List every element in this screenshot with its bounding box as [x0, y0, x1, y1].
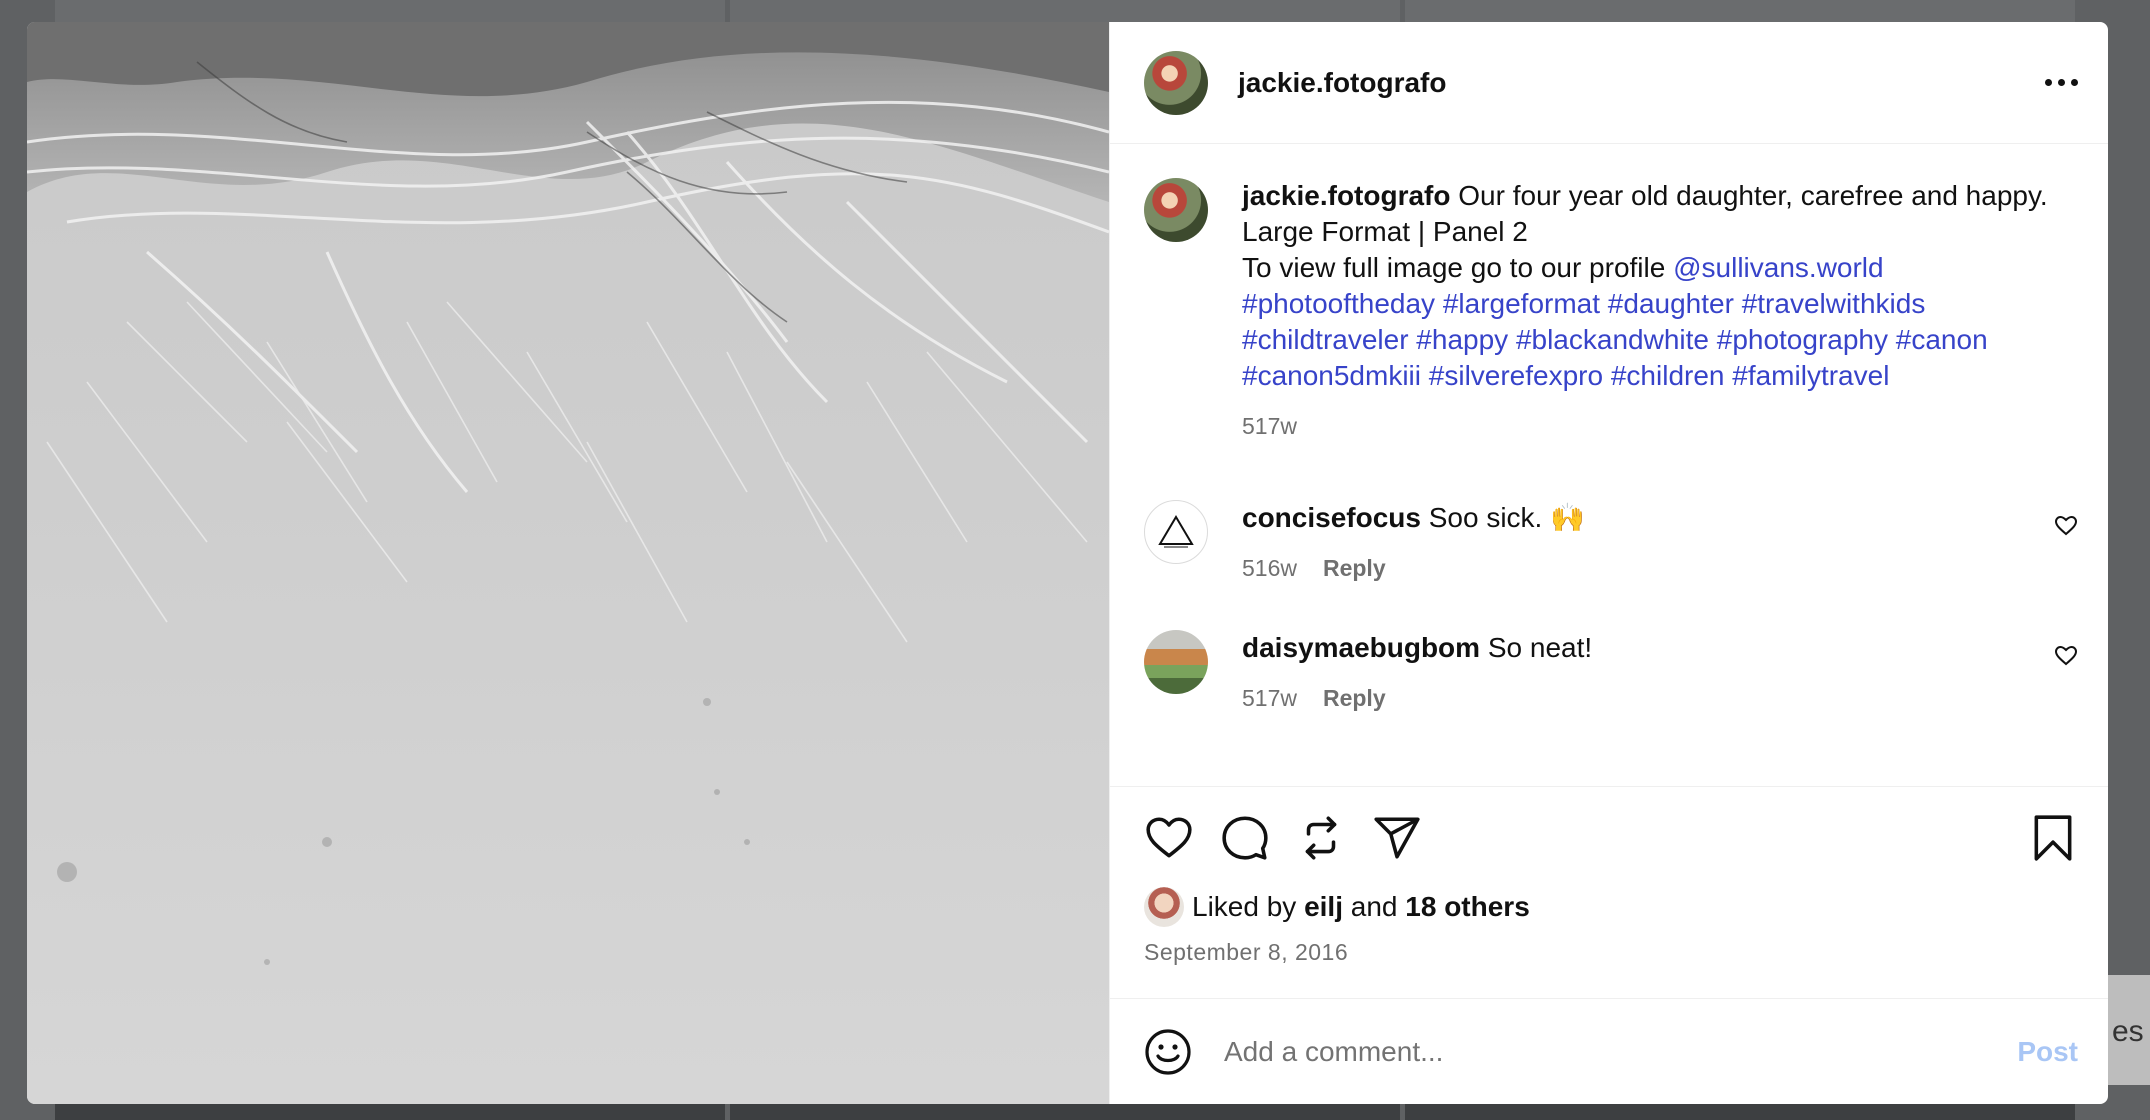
author-avatar[interactable]	[1144, 50, 1208, 115]
share-icon[interactable]	[1372, 813, 1422, 863]
backdrop-post-tile	[55, 1104, 725, 1120]
caption-format-line: Large Format | Panel 2	[1242, 216, 1528, 247]
caption-age: 517w	[1242, 413, 1297, 439]
bookmark-icon[interactable]	[2028, 813, 2078, 863]
comment-item: daisymaebugbom So neat! 517w Reply	[1144, 630, 2082, 716]
comments-section: jackie.fotografo Our four year old daugh…	[1110, 144, 2108, 786]
likes-summary: Liked by eilj and 18 others	[1144, 887, 2078, 927]
author-username[interactable]: jackie.fotografo	[1238, 67, 1446, 99]
smile-icon[interactable]	[1144, 1028, 1192, 1076]
reply-button[interactable]: Reply	[1323, 550, 1386, 586]
mention-link[interactable]: @sullivans.world	[1673, 252, 1884, 283]
comment-username[interactable]: daisymaebugbom	[1242, 632, 1480, 663]
backdrop-post-tile	[1405, 0, 2075, 22]
more-options-icon[interactable]	[2045, 69, 2078, 96]
likes-prefix: Liked by	[1192, 891, 1297, 922]
backdrop-post-tile	[55, 0, 725, 22]
backdrop-peek-text: es	[2112, 1015, 2144, 1048]
backdrop-post-tile	[730, 0, 1400, 22]
backdrop-post-tile	[730, 1104, 1400, 1120]
comment-icon[interactable]	[1220, 813, 1270, 863]
post-sidebar: jackie.fotografo jackie.fotografo Our fo…	[1109, 22, 2108, 1104]
like-comment-heart-icon[interactable]	[2054, 644, 2078, 668]
post-modal: jackie.fotografo jackie.fotografo Our fo…	[27, 22, 2108, 1104]
action-bar	[1144, 813, 2078, 863]
reply-button[interactable]: Reply	[1323, 680, 1386, 716]
commenter-avatar[interactable]	[1144, 630, 1208, 694]
hashtags-line[interactable]: #photooftheday #largeformat #daughter #t…	[1242, 286, 2082, 322]
liker-avatar[interactable]	[1144, 887, 1184, 927]
hashtags-line[interactable]: #canon5dmkiii #silverefexpro #children #…	[1242, 358, 2082, 394]
hashtags-line[interactable]: #childtraveler #happy #blackandwhite #ph…	[1242, 322, 2082, 358]
triangle-logo-icon	[1158, 515, 1194, 548]
caption: jackie.fotografo Our four year old daugh…	[1144, 178, 2082, 444]
post-photo	[27, 22, 1109, 1104]
caption-author-avatar[interactable]	[1144, 178, 1208, 242]
post-actions-area: Liked by eilj and 18 others September 8,…	[1110, 786, 2108, 998]
commenter-avatar[interactable]	[1144, 500, 1208, 564]
hair-skin-closeup-image	[27, 22, 1109, 1104]
caption-profile-text: To view full image go to our profile	[1242, 252, 1666, 283]
caption-username[interactable]: jackie.fotografo	[1242, 180, 1450, 211]
caption-text: Our four year old daughter, carefree and…	[1458, 180, 2048, 211]
likes-joiner: and	[1350, 891, 1398, 922]
post-comment-button[interactable]: Post	[2017, 1036, 2078, 1068]
comment-item: concisefocus Soo sick. 🙌 516w Reply	[1144, 500, 2082, 586]
backdrop-post-tile	[1405, 1104, 2075, 1120]
post-date: September 8, 2016	[1144, 939, 1349, 965]
like-comment-heart-icon[interactable]	[2054, 514, 2078, 538]
post-header: jackie.fotografo	[1110, 22, 2108, 144]
comment-text: Soo sick. 🙌	[1428, 502, 1585, 533]
comment-input[interactable]	[1224, 1035, 2018, 1068]
repost-icon[interactable]	[1296, 813, 1346, 863]
heart-icon[interactable]	[1144, 813, 1194, 863]
comment-username[interactable]: concisefocus	[1242, 502, 1421, 533]
comment-age: 517w	[1242, 685, 1297, 711]
add-comment-bar: Post	[1110, 998, 2108, 1104]
likes-others-link[interactable]: 18 others	[1405, 891, 1530, 923]
comment-text: So neat!	[1487, 632, 1593, 663]
comment-age: 516w	[1242, 555, 1297, 581]
liker-username[interactable]: eilj	[1304, 891, 1343, 923]
